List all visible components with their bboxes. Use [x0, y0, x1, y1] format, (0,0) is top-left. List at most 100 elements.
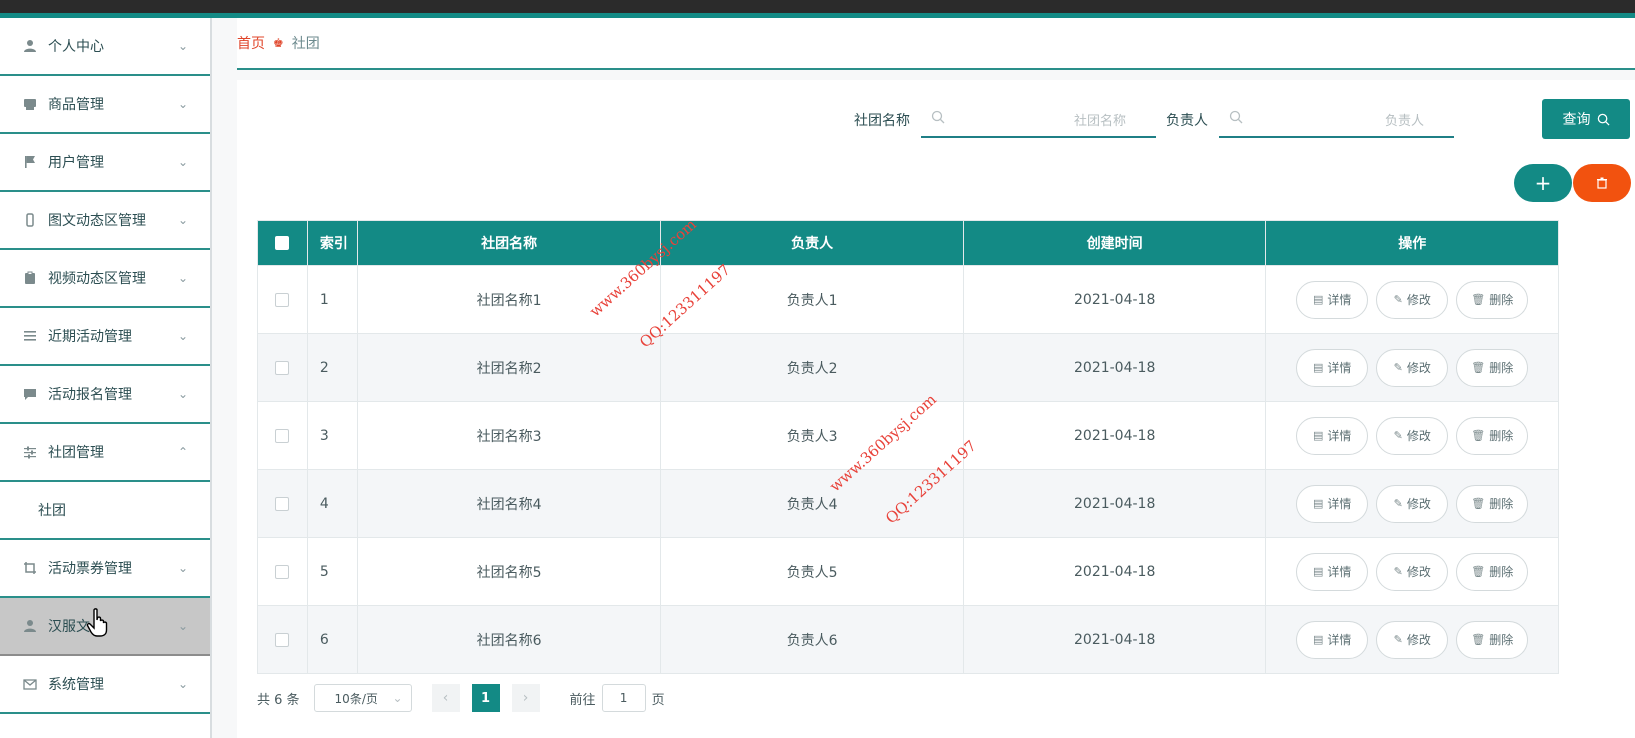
- cell-index: 6: [308, 606, 358, 673]
- table-row: 2 社团名称2 负责人2 2021-04-18 ▤ 详情 ✎ 修改 🗑 删除: [258, 333, 1558, 401]
- table-header: 索引 社团名称 负责人 创建时间 操作: [258, 221, 1558, 265]
- sidebar-subitem-club[interactable]: 社团: [0, 482, 210, 540]
- add-button[interactable]: +: [1514, 164, 1572, 202]
- edit-button[interactable]: ✎ 修改: [1376, 620, 1449, 659]
- row-checkbox[interactable]: [275, 632, 290, 647]
- edit-label: 修改: [1406, 633, 1431, 647]
- plus-icon: +: [1534, 171, 1552, 195]
- page-number-current[interactable]: 1: [471, 684, 500, 712]
- batch-delete-button[interactable]: [1573, 164, 1631, 202]
- sidebar-item-personal-center[interactable]: 个人中心 ⌄: [0, 18, 210, 76]
- next-page-button[interactable]: ›: [511, 684, 540, 712]
- top-bar: [0, 0, 1635, 18]
- row-checkbox[interactable]: [275, 496, 290, 511]
- prev-page-button[interactable]: ‹: [431, 684, 460, 712]
- cell-time: 2021-04-18: [964, 402, 1267, 469]
- sidebar-item-video-posts[interactable]: 视频动态区管理 ⌄: [0, 250, 210, 308]
- delete-button[interactable]: 🗑 删除: [1456, 280, 1529, 319]
- chevron-down-icon: ⌄: [177, 677, 188, 691]
- query-label: 查询: [1562, 112, 1591, 128]
- breadcrumb-current: 社团: [291, 36, 320, 52]
- list-icon: [22, 328, 38, 344]
- sidebar-item-label: 个人中心: [48, 39, 104, 55]
- detail-label: 详情: [1327, 633, 1352, 647]
- mail-icon: [22, 676, 38, 692]
- sidebar-item-system[interactable]: 系统管理 ⌄: [0, 656, 210, 714]
- user-icon: [22, 618, 38, 634]
- user-icon: [22, 38, 38, 54]
- main-content: 首页 ♚ 社团 社团名称 社团名称 负责人 负责人 查询 + 索引 社团名称 负…: [212, 18, 1635, 738]
- row-checkbox[interactable]: [275, 564, 290, 579]
- cell-name: 社团名称5: [358, 538, 662, 605]
- pencil-icon: ✎: [1393, 429, 1403, 442]
- sidebar-item-users[interactable]: 用户管理 ⌄: [0, 134, 210, 192]
- pencil-icon: ✎: [1393, 361, 1403, 374]
- page-size-select[interactable]: 10条/页 ⌄: [313, 684, 412, 712]
- delete-label: 删除: [1489, 429, 1514, 443]
- pager-total: 共 6 条: [257, 692, 300, 708]
- delete-label: 删除: [1489, 361, 1514, 375]
- row-checkbox[interactable]: [275, 428, 290, 443]
- document-icon: ▤: [1313, 361, 1324, 374]
- edit-label: 修改: [1406, 361, 1431, 375]
- header-ops: 操作: [1398, 236, 1427, 252]
- detail-button[interactable]: ▤ 详情: [1296, 280, 1369, 319]
- trash-icon: 🗑: [1471, 633, 1486, 646]
- sidebar-item-goods[interactable]: 商品管理 ⌄: [0, 76, 210, 134]
- delete-label: 删除: [1489, 565, 1514, 579]
- detail-button[interactable]: ▤ 详情: [1296, 416, 1369, 455]
- trash-icon: 🗑: [1471, 565, 1486, 578]
- box-icon: [22, 96, 38, 112]
- cell-owner: 负责人6: [661, 606, 964, 673]
- document-icon: ▤: [1313, 497, 1324, 510]
- club-name-input[interactable]: 社团名称: [921, 98, 1156, 138]
- sidebar-item-label: 用户管理: [48, 155, 104, 171]
- pagination: 共 6 条 10条/页 ⌄ ‹ 1 › 前往 1 页: [257, 683, 957, 713]
- search-icon: [1229, 110, 1243, 124]
- trash-icon: 🗑: [1471, 361, 1486, 374]
- owner-input[interactable]: 负责人: [1219, 98, 1454, 138]
- delete-button[interactable]: 🗑 删除: [1456, 348, 1529, 387]
- delete-button[interactable]: 🗑 删除: [1456, 416, 1529, 455]
- edit-button[interactable]: ✎ 修改: [1376, 348, 1449, 387]
- chevron-down-icon: ⌄: [392, 691, 403, 705]
- detail-label: 详情: [1327, 293, 1352, 307]
- cell-owner: 负责人2: [661, 334, 964, 401]
- header-owner: 负责人: [661, 221, 964, 265]
- sidebar-item-club-management[interactable]: 社团管理 ⌃: [0, 424, 210, 482]
- pager-goto-input[interactable]: 1: [601, 684, 646, 712]
- edit-button[interactable]: ✎ 修改: [1376, 416, 1449, 455]
- sidebar-item-recent-activities[interactable]: 近期活动管理 ⌄: [0, 308, 210, 366]
- detail-button[interactable]: ▤ 详情: [1296, 552, 1369, 591]
- pager-goto-label: 前往: [569, 692, 596, 708]
- delete-button[interactable]: 🗑 删除: [1456, 484, 1529, 523]
- select-all-checkbox[interactable]: [275, 236, 290, 250]
- detail-label: 详情: [1327, 361, 1352, 375]
- document-icon: ▤: [1313, 293, 1324, 306]
- chevron-down-icon: ⌄: [177, 561, 188, 575]
- query-button[interactable]: 查询: [1542, 99, 1630, 139]
- sliders-icon: [22, 444, 38, 460]
- detail-label: 详情: [1327, 565, 1352, 579]
- table-body: 1 社团名称1 负责人1 2021-04-18 ▤ 详情 ✎ 修改 🗑 删除 2 社团名称2 负责人2 2…: [258, 265, 1558, 673]
- chevron-down-icon: ⌄: [177, 619, 188, 633]
- sidebar-item-activity-signup[interactable]: 活动报名管理 ⌄: [0, 366, 210, 424]
- delete-label: 删除: [1489, 293, 1514, 307]
- detail-button[interactable]: ▤ 详情: [1296, 348, 1369, 387]
- breadcrumb-home[interactable]: 首页: [237, 33, 265, 53]
- delete-button[interactable]: 🗑 删除: [1456, 620, 1529, 659]
- cell-time: 2021-04-18: [964, 266, 1267, 333]
- detail-button[interactable]: ▤ 详情: [1296, 484, 1369, 523]
- chevron-down-icon: ⌄: [177, 387, 188, 401]
- edit-button[interactable]: ✎ 修改: [1376, 280, 1449, 319]
- chevron-down-icon: ⌄: [177, 213, 188, 227]
- edit-button[interactable]: ✎ 修改: [1376, 484, 1449, 523]
- row-checkbox[interactable]: [275, 292, 290, 307]
- detail-button[interactable]: ▤ 详情: [1296, 620, 1369, 659]
- sidebar-item-ticket-management[interactable]: 活动票券管理 ⌄: [0, 540, 210, 598]
- sidebar-item-image-posts[interactable]: 图文动态区管理 ⌄: [0, 192, 210, 250]
- delete-button[interactable]: 🗑 删除: [1456, 552, 1529, 591]
- cell-name: 社团名称2: [358, 334, 662, 401]
- edit-button[interactable]: ✎ 修改: [1376, 552, 1449, 591]
- row-checkbox[interactable]: [275, 360, 290, 375]
